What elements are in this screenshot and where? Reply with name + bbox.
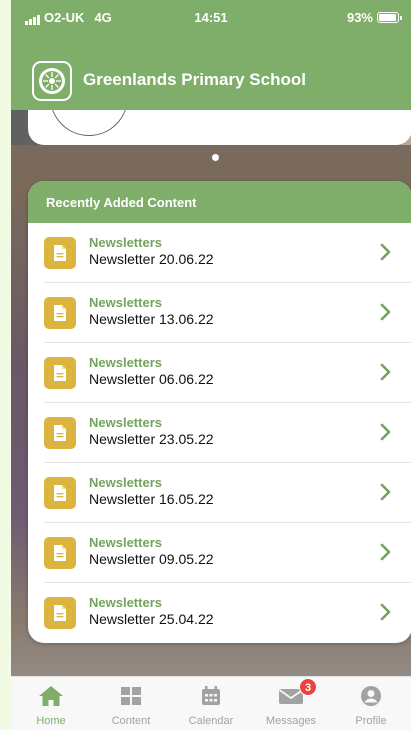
item-category: Newsletters [89,415,162,430]
list-item[interactable]: Newsletters Newsletter 23.05.22 [44,403,411,463]
bottom-tab-bar: Home Content Calendar 3 Messages Profile [11,676,411,730]
carousel-card[interactable] [28,110,411,145]
tab-home[interactable]: Home [11,677,91,730]
tab-profile[interactable]: Profile [331,677,411,730]
item-title: Newsletter 25.04.22 [89,611,214,627]
item-category: Newsletters [89,355,162,370]
chevron-right-icon [380,483,392,506]
home-icon [38,685,64,710]
chevron-right-icon [380,603,392,626]
app-screen: O2-UK 4G 14:51 93% Greenlands Primary Sc… [11,0,411,730]
item-title: Newsletter 16.05.22 [89,491,214,507]
chevron-right-icon [380,243,392,266]
carousel-image-circle [50,110,128,136]
grid-icon [120,685,142,710]
status-right: 93% [346,10,402,25]
messages-badge: 3 [299,678,317,696]
tab-label: Messages [265,715,317,727]
item-title: Newsletter 20.06.22 [89,251,214,267]
tab-messages[interactable]: 3 Messages [251,677,331,730]
recent-content-header: Recently Added Content [28,181,411,223]
tab-label: Profile [355,715,387,727]
item-category: Newsletters [89,475,162,490]
document-icon [44,237,76,269]
item-category: Newsletters [89,595,162,610]
status-bar: O2-UK 4G 14:51 93% [11,0,411,40]
tab-label: Home [36,715,66,727]
app-title: Greenlands Primary School [83,70,306,89]
tab-label: Content [111,715,151,727]
item-title: Newsletter 06.06.22 [89,371,214,387]
battery-percent: 93% [346,10,373,25]
item-title: Newsletter 09.05.22 [89,551,214,567]
list-item[interactable]: Newsletters Newsletter 13.06.22 [44,283,411,343]
item-title: Newsletter 23.05.22 [89,431,214,447]
item-category: Newsletters [89,235,162,250]
chevron-right-icon [380,543,392,566]
chevron-right-icon [380,423,392,446]
recent-content-card: Recently Added Content Newsletters Newsl… [28,181,411,643]
document-icon [44,477,76,509]
document-icon [44,357,76,389]
list-item[interactable]: Newsletters Newsletter 09.05.22 [44,523,411,583]
school-logo-icon[interactable] [32,61,72,101]
document-icon [44,417,76,449]
item-title: Newsletter 13.06.22 [89,311,214,327]
list-item[interactable]: Newsletters Newsletter 16.05.22 [44,463,411,523]
tab-calendar[interactable]: Calendar [171,677,251,730]
app-header: Greenlands Primary School [11,40,411,110]
list-item[interactable]: Newsletters Newsletter 20.06.22 [44,223,411,283]
chevron-right-icon [380,303,392,326]
list-item[interactable]: Newsletters Newsletter 06.06.22 [44,343,411,403]
carousel-page-dot[interactable] [212,154,219,161]
document-icon [44,537,76,569]
profile-icon [360,685,382,710]
document-icon [44,597,76,629]
list-item[interactable]: Newsletters Newsletter 25.04.22 [44,583,411,643]
calendar-icon [200,685,222,710]
document-icon [44,297,76,329]
tab-content[interactable]: Content [91,677,171,730]
item-category: Newsletters [89,535,162,550]
battery-icon [377,12,402,23]
chevron-right-icon [380,363,392,386]
tab-label: Calendar [188,715,234,727]
item-category: Newsletters [89,295,162,310]
recent-content-list: Newsletters Newsletter 20.06.22 Newslett… [28,223,411,643]
